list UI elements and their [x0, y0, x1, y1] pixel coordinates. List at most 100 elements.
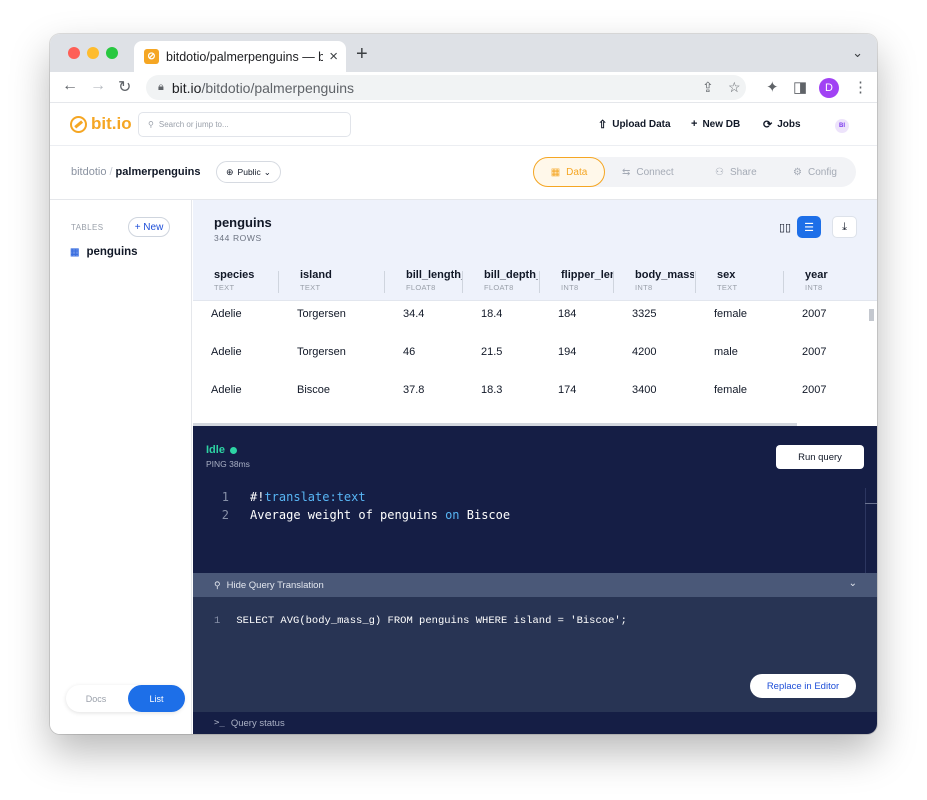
forward-arrow-icon[interactable]: →	[90, 77, 106, 95]
tab-share[interactable]: ⚇ Share	[715, 157, 757, 187]
upload-icon: ⇧	[598, 119, 608, 131]
connect-arrows-icon: ⇆	[622, 166, 631, 178]
new-table-button[interactable]: + New	[128, 217, 170, 237]
side-panel-icon[interactable]: ◨	[793, 78, 807, 96]
tables-sidebar: TABLES + New ▦ penguins Docs List	[50, 200, 192, 734]
share-icon[interactable]: ⇪	[702, 79, 714, 96]
tab-config[interactable]: ⚙ Config	[793, 157, 837, 187]
main-panel: penguins 344 ROWS ▯▯ ☰ ⤓ species TEXT is…	[193, 200, 877, 734]
new-db-button[interactable]: + New DB	[691, 118, 740, 130]
table-cell: 4200	[632, 346, 657, 358]
url-host: bit.io	[171, 79, 202, 96]
table-cell: female	[714, 384, 748, 396]
table-cell: 174	[558, 384, 577, 396]
hashbang: #!	[250, 490, 265, 504]
upload-data-button[interactable]: ⇧ Upload Data	[598, 118, 671, 131]
profile-avatar[interactable]: D	[819, 78, 839, 98]
user-avatar[interactable]: BI	[835, 119, 849, 133]
table-row[interactable]: Adelie Torgersen 34.4 18.4 184 3325 fema…	[193, 295, 877, 333]
new-tab-icon[interactable]: +	[356, 43, 368, 66]
tab-connect[interactable]: ⇆ Connect	[622, 157, 674, 187]
browser-tab[interactable]: ⊘ bitdotio/palmerpenguins — bit.io ×	[134, 41, 346, 72]
breadcrumb-owner[interactable]: bitdotio	[71, 166, 106, 178]
reload-icon[interactable]: ↻	[118, 77, 131, 97]
gear-icon: ⚙	[793, 166, 802, 178]
table-cell: 2007	[802, 384, 827, 396]
column-header[interactable]: species TEXT	[214, 269, 284, 295]
column-divider[interactable]	[783, 271, 784, 293]
table-cell: Adelie	[211, 384, 242, 396]
table-cell: 2007	[802, 346, 827, 358]
column-header[interactable]: island TEXT	[300, 269, 380, 295]
address-bar[interactable]: 🔒︎ bit.io /bitdotio/palmerpenguins ⇪ ☆	[146, 75, 746, 100]
docs-list-toggle: Docs List	[66, 685, 185, 712]
table-row[interactable]: Adelie Torgersen 46 21.5 194 4200 male 2…	[193, 333, 877, 371]
column-divider[interactable]	[695, 271, 696, 293]
query-text: Biscoe	[459, 508, 511, 522]
bookmark-star-icon[interactable]: ☆	[728, 79, 741, 96]
column-type: INT8	[805, 283, 823, 292]
new-db-label: New DB	[702, 118, 741, 130]
column-divider[interactable]	[278, 271, 279, 293]
translation-toggle-label: Hide Query Translation	[226, 579, 324, 591]
translation-toggle-bar[interactable]: ⚲ Hide Query Translation ⌄	[193, 573, 877, 597]
column-divider[interactable]	[613, 271, 614, 293]
editor-scroll-marker	[865, 503, 877, 504]
column-divider[interactable]	[384, 271, 385, 293]
download-button[interactable]: ⤓	[832, 216, 857, 238]
search-input[interactable]: ⚲ Search or jump to...	[138, 112, 351, 137]
column-header[interactable]: bill_depth_mm FLOAT8	[484, 269, 538, 295]
extensions-puzzle-icon[interactable]: ✦	[766, 78, 779, 96]
browser-menu-icon[interactable]: ⋮	[853, 78, 868, 96]
search-placeholder: Search or jump to...	[158, 120, 229, 129]
column-name: flipper_length_mm	[561, 269, 613, 281]
column-type: FLOAT8	[484, 283, 514, 292]
editor-line: 1 #!translate:text	[193, 488, 366, 506]
column-divider[interactable]	[539, 271, 540, 293]
query-status-label: Query status	[230, 717, 285, 729]
breadcrumb-repo[interactable]: palmerpenguins	[116, 166, 201, 178]
visibility-dropdown[interactable]: ⊕ Public ⌄	[216, 161, 281, 183]
lock-icon: 🔒︎	[158, 81, 164, 93]
minimize-window-button[interactable]	[87, 47, 99, 59]
breadcrumb-separator: /	[109, 166, 113, 178]
table-row[interactable]: Adelie Biscoe 37.8 18.3 174 3400 female …	[193, 371, 877, 409]
list-toggle-button[interactable]: List	[128, 685, 185, 712]
table-cell: 2007	[802, 308, 827, 320]
query-editor[interactable]: 1 #!translate:text 2 Average weight of p…	[193, 488, 877, 573]
table-cell: Biscoe	[297, 384, 331, 396]
bitio-favicon-icon: ⊘	[144, 49, 159, 64]
table-icon: ▦	[550, 166, 561, 178]
close-window-button[interactable]	[68, 47, 80, 59]
sidebar-item-penguins[interactable]: ▦ penguins	[70, 246, 138, 258]
status-dot-icon	[229, 446, 237, 454]
column-header[interactable]: year INT8	[805, 269, 865, 295]
column-header[interactable]: flipper_length_mm INT8	[561, 269, 613, 295]
column-divider[interactable]	[462, 271, 463, 293]
zoom-window-button[interactable]	[106, 47, 118, 59]
column-header[interactable]: body_mass_g INT8	[635, 269, 694, 295]
table-cell: 18.4	[481, 308, 503, 320]
run-query-button[interactable]: Run query	[776, 445, 864, 469]
back-arrow-icon[interactable]: ←	[62, 77, 78, 95]
jobs-button[interactable]: ⟳ Jobs	[763, 118, 801, 131]
query-status-bar[interactable]: >_ Query status	[193, 712, 877, 734]
column-header[interactable]: bill_length_mm FLOAT8	[406, 269, 462, 295]
vertical-scrollbar[interactable]	[869, 309, 874, 321]
column-type: FLOAT8	[406, 283, 436, 292]
column-type: INT8	[561, 283, 579, 292]
bitio-logo[interactable]: bit.io	[70, 114, 132, 134]
table-cell: 21.5	[481, 346, 503, 358]
tab-data[interactable]: ▦ Data	[533, 157, 605, 187]
column-header[interactable]: sex TEXT	[717, 269, 777, 295]
split-view-button[interactable]: ▯▯	[773, 216, 797, 238]
replace-in-editor-button[interactable]: Replace in Editor	[750, 674, 856, 698]
sql-translation-panel: 1 SELECT AVG(body_mass_g) FROM penguins …	[193, 597, 877, 712]
logo-text: bit.io	[91, 114, 132, 133]
tab-search-chevron-icon[interactable]: ⌄	[852, 45, 863, 61]
table-title: penguins	[214, 215, 272, 230]
stacked-view-button[interactable]: ☰	[797, 216, 821, 238]
column-type: TEXT	[717, 283, 738, 292]
tab-close-icon[interactable]: ×	[329, 48, 338, 65]
docs-toggle-button[interactable]: Docs	[66, 685, 126, 712]
